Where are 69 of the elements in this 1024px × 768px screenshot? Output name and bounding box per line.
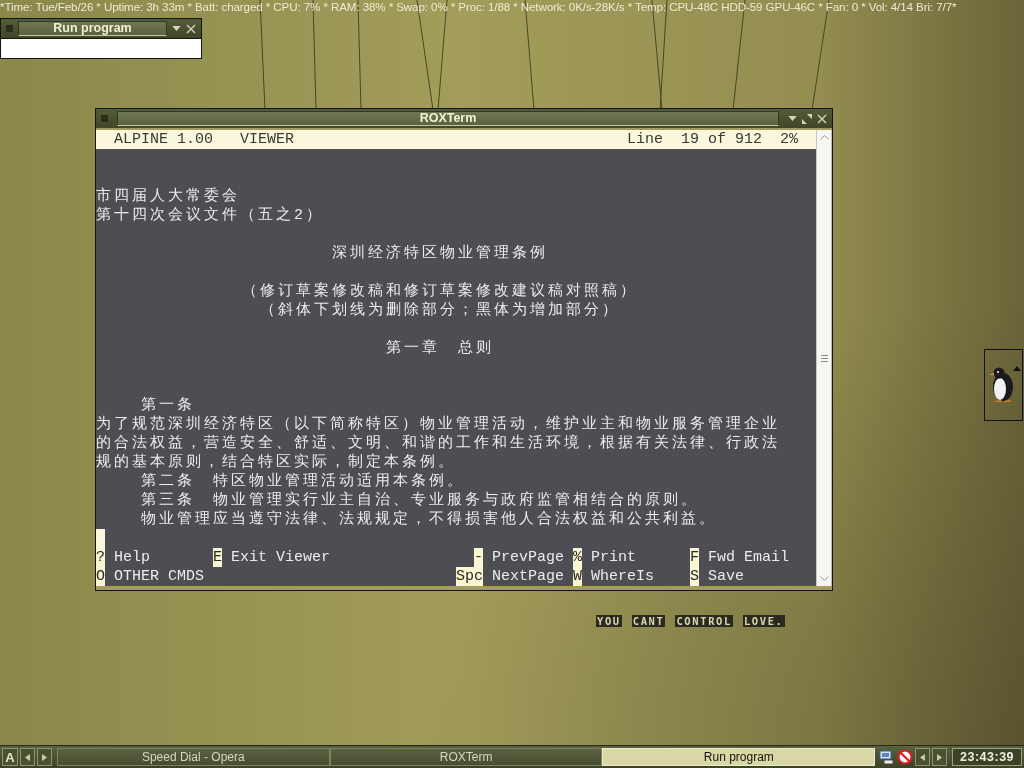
triangle-left-icon bbox=[920, 753, 926, 761]
taskbar-task[interactable]: Run program bbox=[602, 748, 876, 766]
scrollbar[interactable] bbox=[816, 130, 832, 586]
previous-button[interactable] bbox=[915, 748, 931, 766]
document-text-line: 为了规范深圳经济特区（以下简称特区）物业管理活动，维护业主和物业服务管理企业 bbox=[96, 415, 780, 434]
shortcut-key: E bbox=[213, 548, 222, 567]
close-icon[interactable] bbox=[186, 23, 196, 34]
penguin-icon[interactable] bbox=[989, 365, 1015, 403]
document-text-line: （斜体下划线为删除部分；黑体为增加部分） bbox=[259, 301, 620, 320]
command-label: Print bbox=[591, 548, 636, 567]
document-text-line: 第一章 总则 bbox=[385, 339, 494, 358]
triangle-right-icon bbox=[41, 753, 47, 761]
shortcut-key: - bbox=[474, 548, 483, 567]
document-text-line: 规的基本原则，结合特区实际，制定本条例。 bbox=[96, 453, 456, 472]
command-label: Save bbox=[708, 567, 744, 586]
clock: 23:43:39 bbox=[952, 748, 1022, 766]
document-text-line: 深圳经济特区物业管理条例 bbox=[331, 244, 548, 263]
shortcut-key: Spc bbox=[456, 567, 483, 586]
command-label: Exit Viewer bbox=[231, 548, 331, 567]
shortcut-key: S bbox=[690, 567, 699, 586]
window-title: ROXTerm bbox=[117, 111, 779, 126]
document-text-line: 第二条 特区物业管理活动适用本条例。 bbox=[141, 472, 465, 491]
document-text-line: 物业管理应当遵守法律、法规规定，不得损害他人合法权益和公共利益。 bbox=[141, 510, 717, 529]
mode-label: VIEWER bbox=[240, 130, 295, 149]
command-label: NextPage bbox=[492, 567, 564, 586]
triangle-right-icon bbox=[937, 753, 943, 761]
window-title: Run program bbox=[18, 21, 167, 36]
command-label: Fwd Email bbox=[708, 548, 789, 567]
maximize-icon[interactable] bbox=[802, 113, 812, 124]
app-version-label: ALPINE 1.00 bbox=[114, 130, 214, 149]
line-position: 19 of 912 bbox=[680, 130, 762, 149]
command-label: PrevPage bbox=[492, 548, 564, 567]
caret-down-icon[interactable] bbox=[172, 26, 181, 31]
grip-icon[interactable] bbox=[820, 354, 828, 362]
document-text-line: 第十四次会议文件（五之2） bbox=[96, 206, 324, 225]
chevron-down-icon[interactable] bbox=[819, 576, 829, 581]
previous-button[interactable] bbox=[19, 748, 35, 766]
command-label: Help bbox=[114, 548, 150, 567]
shortcut-key: ? bbox=[96, 548, 105, 567]
document-text-line: 第一条 bbox=[141, 396, 195, 415]
next-button[interactable] bbox=[36, 748, 52, 766]
command-label: WhereIs bbox=[591, 567, 654, 586]
document-text-line: （修订草案修改稿和修订草案修改建议稿对照稿） bbox=[241, 282, 638, 301]
shortcut-key: W bbox=[573, 567, 582, 586]
next-button[interactable] bbox=[932, 748, 948, 766]
shortcut-key: % bbox=[573, 548, 582, 567]
command-label: OTHER CMDS bbox=[114, 567, 204, 586]
caret-down-icon[interactable] bbox=[788, 116, 797, 121]
taskbar-task[interactable]: ROXTerm bbox=[329, 748, 603, 766]
app-menu-button[interactable]: A bbox=[2, 748, 18, 766]
document-text-line: 市四届人大常委会 bbox=[96, 187, 240, 206]
taskbar-task[interactable]: Speed Dial - Opera bbox=[56, 748, 330, 766]
shortcut-key: O bbox=[96, 567, 105, 586]
close-icon[interactable] bbox=[817, 113, 827, 124]
caret-up-icon[interactable] bbox=[1013, 366, 1021, 371]
prohibition-icon[interactable] bbox=[897, 749, 914, 765]
command-input[interactable] bbox=[1, 38, 201, 58]
computer-icon[interactable] bbox=[879, 749, 896, 765]
slogan-text: YOU CANT CONTROL LOVE. bbox=[596, 615, 785, 627]
percent-label: 2% bbox=[780, 130, 798, 149]
tray-applet[interactable] bbox=[984, 349, 1023, 421]
document-text-line: 第三条 物业管理实行业主自治、专业服务与政府监管相结合的原则。 bbox=[141, 491, 699, 510]
text-cursor bbox=[96, 529, 105, 548]
chevron-up-icon[interactable] bbox=[819, 135, 829, 140]
line-label: Line bbox=[626, 130, 663, 149]
document-text-line: 的合法权益，营造安全、舒适、文明、和谐的工作和生活环境，根据有关法律、行政法 bbox=[96, 434, 780, 453]
shortcut-key: F bbox=[690, 548, 699, 567]
triangle-left-icon bbox=[24, 753, 30, 761]
system-status-text: *Time: Tue/Feb/26 * Uptime: 3h 33m * Batt: charged * CPU: 7% * RAM: 38% * Swap: 0% * Proc: 1/88 * Network: 0K/s-28K/s * Temp: CPU-48C HDD-59 GPU-46C * Fan: 0 * Vol: 4/14 Bri: 7/7* bbox=[0, 0, 957, 14]
